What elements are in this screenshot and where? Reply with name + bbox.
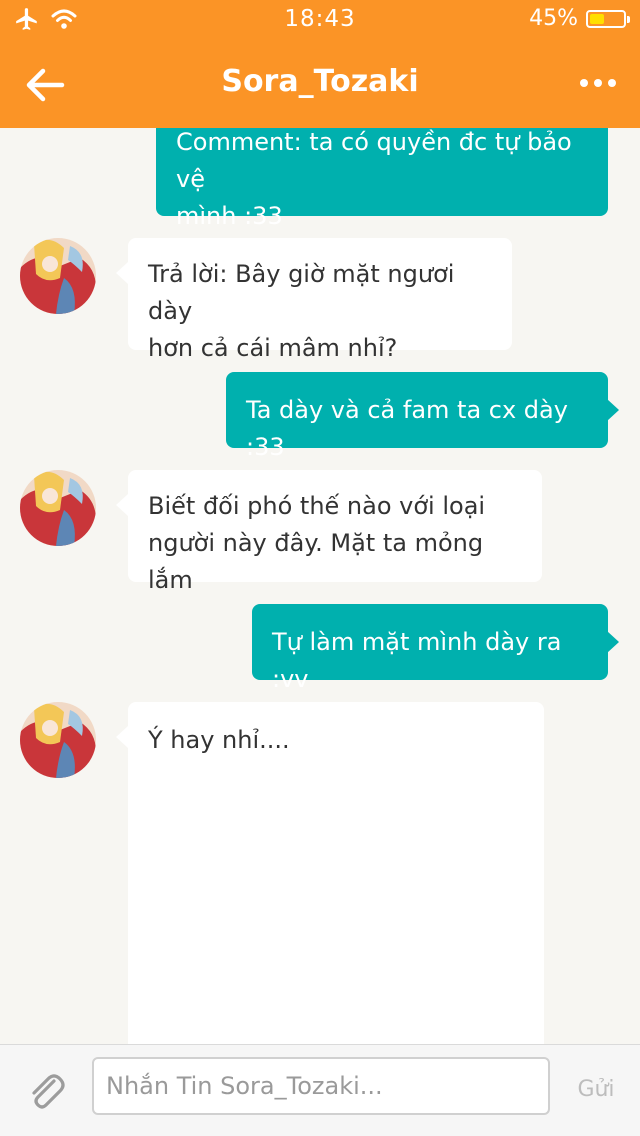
status-icons-right: 45%: [529, 6, 630, 31]
bubble-tail: [607, 631, 619, 653]
send-button[interactable]: Gửi: [568, 1077, 624, 1102]
more-dot: [594, 79, 602, 87]
message-line: Tự làm mặt mình dày ra :vv: [272, 628, 562, 693]
message-bubble[interactable]: Comment: ta có quyền đc tự bảo vệ mình :…: [156, 128, 608, 230]
message-bubble[interactable]: Ta dày và cả fam ta cx dày :33: [226, 372, 608, 461]
message-line: Trả lời: Bây giờ mặt ngươi dày: [148, 260, 455, 325]
bubble-tail: [607, 399, 619, 421]
paperclip-icon: [32, 1074, 65, 1109]
message-line: hơn cả cái mâm nhỉ?: [148, 334, 398, 362]
chat-messages[interactable]: Comment: ta có quyền đc tự bảo vệ mình :…: [0, 128, 640, 1044]
more-dot: [608, 79, 616, 87]
battery-icon: [586, 9, 630, 28]
battery-level: [590, 13, 605, 24]
message-composer: Gửi: [0, 1044, 640, 1136]
avatar-image: [20, 702, 96, 778]
attach-button[interactable]: [24, 1069, 68, 1113]
battery-percent: 45%: [529, 6, 578, 31]
bubble-tail: [116, 726, 128, 748]
bubble-tail: [116, 262, 128, 284]
avatar[interactable]: [20, 238, 96, 314]
more-button[interactable]: [578, 68, 618, 98]
message-line: Ta dày và cả fam ta cx dày :33: [246, 396, 568, 461]
message-bubble[interactable]: Biết đối phó thế nào với loại người này …: [128, 470, 542, 594]
avatar[interactable]: [20, 702, 96, 778]
message-line: người này đây. Mặt ta mỏng lắm: [148, 529, 484, 594]
message-line: Comment: ta có quyền đc tự bảo vệ: [176, 128, 572, 193]
nav-bar: Sora_Tozaki: [0, 40, 640, 128]
message-line: Ý hay nhỉ....: [148, 726, 290, 754]
message-line: Biết đối phó thế nào với loại: [148, 492, 486, 520]
bubble-tail: [116, 494, 128, 516]
more-horizontal-icon: [580, 79, 588, 87]
status-bar: 18:43 45%: [0, 0, 640, 40]
avatar-image: [20, 238, 96, 314]
message-bubble[interactable]: Tự làm mặt mình dày ra :vv: [252, 604, 608, 693]
page-title: Sora_Tozaki: [221, 64, 419, 99]
avatar-image: [20, 470, 96, 546]
message-bubble[interactable]: Trả lời: Bây giờ mặt ngươi dày hơn cả cá…: [128, 238, 512, 362]
message-input[interactable]: [92, 1057, 550, 1115]
avatar[interactable]: [20, 470, 96, 546]
message-bubble[interactable]: Ý hay nhỉ....: [128, 702, 544, 1044]
message-line: mình :33: [176, 202, 283, 230]
